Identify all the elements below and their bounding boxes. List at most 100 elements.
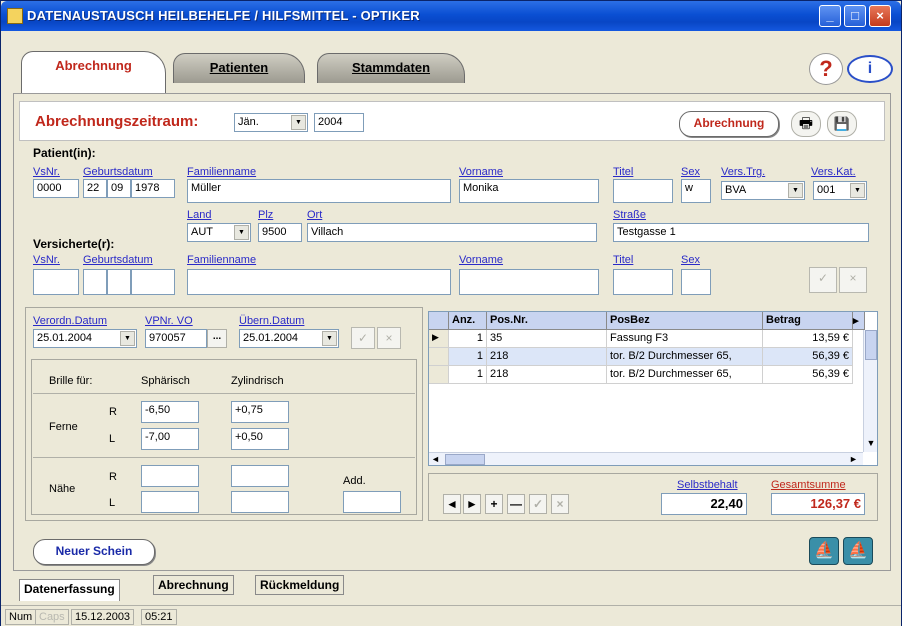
familienname-label: Familienname	[187, 166, 257, 178]
vers-sex-input[interactable]	[681, 269, 711, 295]
tab-abrechnung[interactable]: Abrechnung	[21, 51, 166, 93]
cell-anz: 1	[449, 330, 487, 348]
ferne-l-zyl-input[interactable]: +0,50	[231, 428, 289, 450]
ort-input[interactable]: Villach	[307, 223, 597, 242]
vsnr-label: VsNr.	[33, 166, 60, 178]
land-select[interactable]: AUT ▼	[187, 223, 251, 242]
vers-geb-monat-input[interactable]	[107, 269, 131, 295]
ferne-r-zyl-input[interactable]: +0,75	[231, 401, 289, 423]
chevron-down-icon: ▼	[788, 183, 803, 198]
familienname-input[interactable]: Müller	[187, 179, 451, 203]
cell-posbez: Fassung F3	[607, 330, 763, 348]
vers-trg-value: BVA	[725, 184, 747, 196]
tab-rueckmeldung[interactable]: Rückmeldung	[255, 575, 345, 595]
verordn-datum-label: Verordn.Datum	[33, 315, 107, 327]
naehe-r-sph-input[interactable]	[141, 465, 199, 487]
scroll-right-icon[interactable]: ►	[849, 454, 861, 465]
info-icon[interactable]: i	[847, 55, 893, 83]
scroll-left-icon[interactable]: ◄	[431, 454, 443, 465]
print-icon[interactable]: 🖶	[791, 111, 821, 137]
ort-label: Ort	[307, 209, 323, 221]
save-icon[interactable]: 💾	[827, 111, 857, 137]
vpnr-lookup-button[interactable]: ...	[207, 329, 227, 348]
tab-abrechnung-bottom[interactable]: Abrechnung	[153, 575, 234, 595]
ferne-l-sph-input[interactable]: -7,00	[141, 428, 199, 450]
month-select[interactable]: Jän. ▼	[234, 113, 308, 132]
titel-input[interactable]	[613, 179, 673, 203]
year-input[interactable]: 2004	[314, 113, 364, 132]
geb-jahr-input[interactable]: 1978	[131, 179, 175, 198]
cell-betrag: 56,39 €	[763, 348, 853, 366]
cell-posnr: 218	[487, 348, 607, 366]
prev-record-button[interactable]: ◄	[443, 494, 461, 514]
col-betrag-header[interactable]: Betrag	[763, 312, 853, 330]
chevron-down-icon: ▼	[850, 183, 865, 198]
export-icon[interactable]: ⛵	[809, 537, 839, 565]
confirm-record-button[interactable]: ✓	[529, 494, 547, 514]
vers-trg-select[interactable]: BVA ▼	[721, 181, 805, 200]
vpnr-input[interactable]: 970057	[145, 329, 207, 348]
vo-cancel-icon[interactable]: ×	[377, 327, 401, 349]
add-input[interactable]	[343, 491, 401, 513]
import-icon[interactable]: ⛵	[843, 537, 873, 565]
col-anz-header[interactable]: Anz.	[449, 312, 487, 330]
tab-stammdaten[interactable]: Stammdaten	[317, 53, 465, 83]
cancel-record-button[interactable]: ×	[551, 494, 569, 514]
vers-sex-label: Sex	[681, 254, 700, 266]
vers-ok-icon[interactable]: ✓	[809, 267, 837, 293]
tab-patienten[interactable]: Patienten	[173, 53, 305, 83]
neuer-schein-button[interactable]: Neuer Schein	[33, 539, 155, 565]
vsnr-input[interactable]: 0000	[33, 179, 79, 198]
verordn-datum-value: 25.01.2004	[37, 332, 93, 344]
col-posbez-header[interactable]: PosBez	[607, 312, 763, 330]
col-posnr-header[interactable]: Pos.Nr.	[487, 312, 607, 330]
row-selector	[429, 348, 449, 366]
vers-geb-jahr-input[interactable]	[131, 269, 175, 295]
status-bar: Num Caps 15.12.2003 05:21	[1, 605, 901, 626]
vorname-input[interactable]: Monika	[459, 179, 599, 203]
positions-table[interactable]: Anz. Pos.Nr. PosBez Betrag ▸ ▶ 1 35 Fass…	[428, 311, 878, 466]
add-record-button[interactable]: +	[485, 494, 503, 514]
vers-vorname-input[interactable]	[459, 269, 599, 295]
close-button[interactable]: ×	[869, 5, 891, 27]
help-icon[interactable]: ?	[809, 53, 843, 85]
hscroll-thumb[interactable]	[445, 454, 485, 465]
vers-titel-label: Titel	[613, 254, 634, 266]
naehe-l-sph-input[interactable]	[141, 491, 199, 513]
vers-kat-select[interactable]: 001 ▼	[813, 181, 867, 200]
vo-ok-icon[interactable]: ✓	[351, 327, 375, 349]
vertical-scrollbar[interactable]: ▼	[863, 330, 877, 452]
naehe-l-zyl-input[interactable]	[231, 491, 289, 513]
scroll-down-icon[interactable]: ▼	[864, 438, 877, 452]
verordn-datum-select[interactable]: 25.01.2004 ▼	[33, 329, 137, 348]
horizontal-scrollbar[interactable]: ◄ ►	[429, 452, 863, 465]
cell-posbez: tor. B/2 Durchmesser 65,	[607, 348, 763, 366]
maximize-button[interactable]: □	[844, 5, 866, 27]
delete-record-button[interactable]: —	[507, 494, 525, 514]
vers-geb-tag-input[interactable]	[83, 269, 107, 295]
cell-betrag: 13,59 €	[763, 330, 853, 348]
tab-datenerfassung[interactable]: Datenerfassung	[19, 579, 120, 601]
plz-input[interactable]: 9500	[258, 223, 302, 242]
naehe-r-zyl-input[interactable]	[231, 465, 289, 487]
minimize-button[interactable]: _	[819, 5, 841, 27]
ferne-r-sph-input[interactable]: -6,50	[141, 401, 199, 423]
uebern-datum-select[interactable]: 25.01.2004 ▼	[239, 329, 339, 348]
vers-titel-input[interactable]	[613, 269, 673, 295]
vers-vsnr-input[interactable]	[33, 269, 79, 295]
geb-monat-input[interactable]: 09	[107, 179, 131, 198]
sex-input[interactable]: w	[681, 179, 711, 203]
divider	[33, 393, 415, 394]
abrechnung-button[interactable]: Abrechnung	[679, 111, 779, 137]
chevron-down-icon: ▼	[291, 115, 306, 130]
strasse-input[interactable]: Testgasse 1	[613, 223, 869, 242]
scroll-thumb[interactable]	[865, 330, 877, 360]
selbstbehalt-label: Selbstbehalt	[677, 479, 738, 491]
next-record-button[interactable]: ►	[463, 494, 481, 514]
chevron-down-icon: ▼	[322, 331, 337, 346]
num-indicator: Num	[5, 609, 37, 625]
geb-tag-input[interactable]: 22	[83, 179, 107, 198]
sex-label: Sex	[681, 166, 700, 178]
vers-familienname-input[interactable]	[187, 269, 451, 295]
vers-cancel-icon[interactable]: ×	[839, 267, 867, 293]
